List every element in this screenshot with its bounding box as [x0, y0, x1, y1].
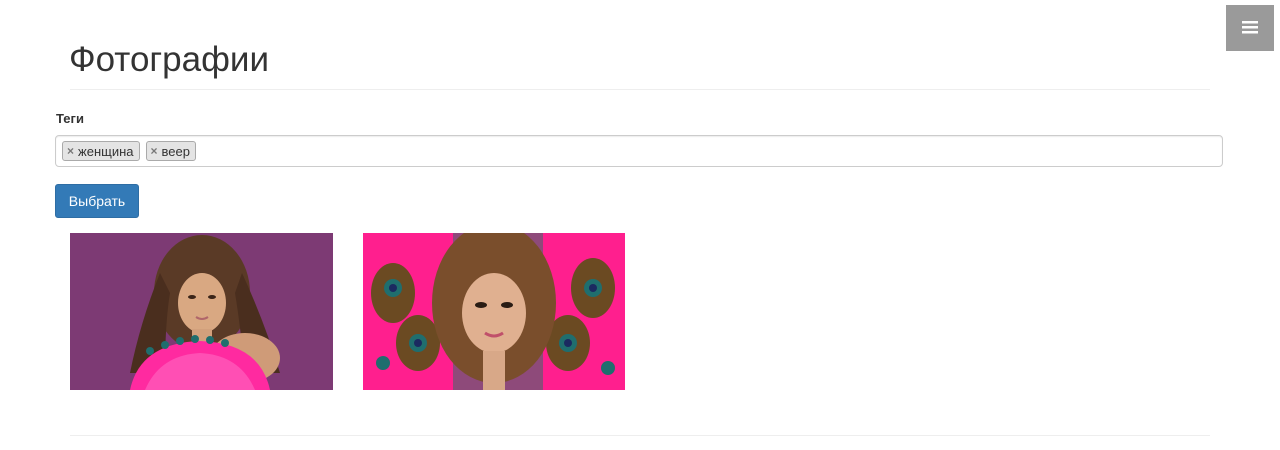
- select-button[interactable]: Выбрать: [55, 184, 139, 218]
- menu-toggle-button[interactable]: [1226, 5, 1274, 51]
- close-icon[interactable]: ×: [67, 145, 74, 157]
- close-icon[interactable]: ×: [151, 145, 158, 157]
- tags-label: Теги: [56, 111, 84, 126]
- photo-thumbnail[interactable]: [70, 233, 333, 390]
- tags-input[interactable]: × женщина × веер: [55, 135, 1223, 167]
- tag-label: веер: [161, 143, 190, 159]
- tag-chip: × женщина: [62, 141, 140, 161]
- tag-label: женщина: [78, 143, 134, 159]
- tag-chip: × веер: [145, 141, 196, 161]
- page-title: Фотографии: [69, 40, 270, 79]
- footer-divider: [70, 435, 1210, 436]
- title-divider: [70, 89, 1210, 90]
- hamburger-icon: [1242, 20, 1258, 37]
- photo-thumbnail[interactable]: [363, 233, 625, 390]
